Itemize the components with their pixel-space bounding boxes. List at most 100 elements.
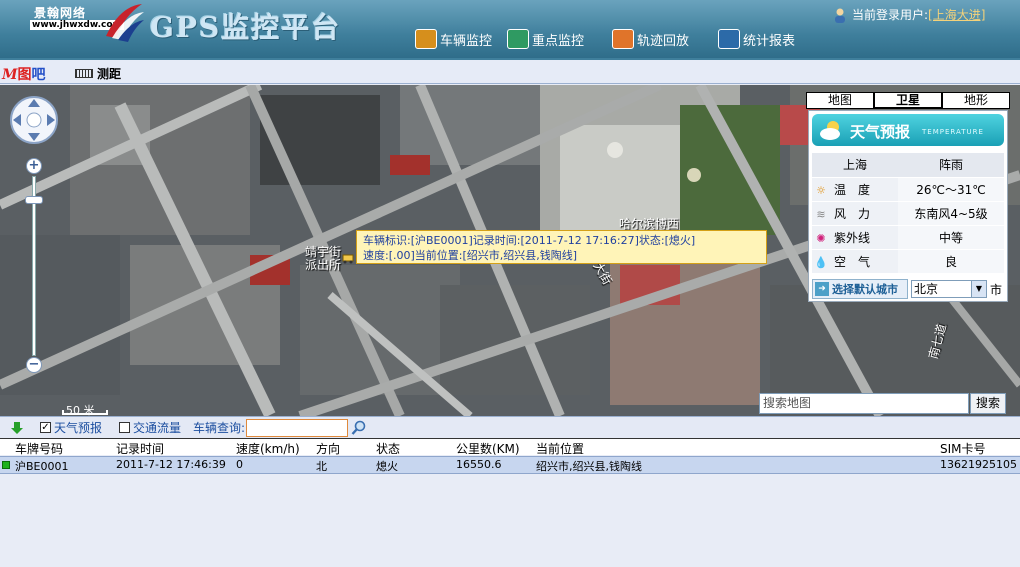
traffic-toggle[interactable]: 交通流量 bbox=[119, 419, 181, 436]
user-name-link[interactable]: [上海大进] bbox=[928, 6, 985, 23]
user-label: 当前登录用户: bbox=[852, 8, 929, 22]
map-search-button[interactable]: 搜索 bbox=[970, 393, 1006, 414]
traffic-checkbox[interactable] bbox=[119, 422, 131, 433]
track-playback-icon bbox=[612, 29, 634, 49]
zoom-slider-thumb[interactable] bbox=[25, 196, 43, 204]
ruler-icon bbox=[75, 69, 93, 78]
nav-label: 重点监控 bbox=[532, 33, 585, 49]
weather-checkbox[interactable]: ✓ bbox=[40, 422, 51, 433]
weather-panel: 天气预报 TEMPERATURE 上海 阵雨 ☼ 温 度 26℃～31℃ ≋ 风 力… bbox=[808, 110, 1008, 302]
cell-sim: 13621925105 bbox=[940, 458, 1017, 471]
weather-label: 温 度 bbox=[834, 182, 871, 197]
measure-label: 测距 bbox=[97, 67, 122, 81]
col-location[interactable]: 当前位置 bbox=[536, 440, 584, 457]
traffic-checkbox-label: 交通流量 bbox=[133, 421, 182, 435]
map-poi-label: 靖宇街 派出所 bbox=[305, 245, 342, 272]
cell-time: 2011-7-12 17:46:39 bbox=[116, 458, 226, 471]
nav-report[interactable]: 统计报表 bbox=[718, 28, 795, 50]
company-logo: 景翰网络 www.jhwxdw.com bbox=[30, 4, 144, 42]
select-default-city-button[interactable]: ➜ 选择默认城市 bbox=[812, 279, 908, 299]
app-title: GPS监控平台 bbox=[150, 11, 342, 44]
weather-value: 良 bbox=[898, 249, 1004, 274]
weather-city: 上海 bbox=[812, 153, 898, 178]
cell-speed: 0 bbox=[236, 458, 243, 471]
collapse-arrow-icon[interactable] bbox=[10, 421, 24, 435]
vehicle-query-input[interactable] bbox=[246, 418, 349, 437]
weather-label: 风 力 bbox=[834, 206, 871, 221]
col-km[interactable]: 公里数(KM) bbox=[456, 440, 520, 457]
map-type-satellite[interactable]: 卫星 bbox=[874, 92, 942, 109]
cell-location: 绍兴市,绍兴县,钱陶线 bbox=[536, 460, 642, 473]
weather-value: 26℃～31℃ bbox=[898, 177, 1004, 202]
nav-label: 轨迹回放 bbox=[637, 33, 690, 49]
zoom-control: + − bbox=[24, 158, 44, 378]
logo-name: 景翰网络 bbox=[34, 6, 87, 20]
weather-condition: 阵雨 bbox=[898, 153, 1004, 178]
selected-city: 北京 bbox=[914, 282, 939, 296]
satellite-map[interactable]: + − 50 米 靖宇街 派出所 哈尔滨博西 大街 南七道 车辆标识:[沪BE0… bbox=[0, 85, 1020, 416]
weather-toggle[interactable]: ✓ 天气预报 bbox=[40, 419, 102, 436]
weather-banner: 天气预报 TEMPERATURE bbox=[812, 114, 1004, 146]
map-type-terrain[interactable]: 地形 bbox=[942, 92, 1010, 109]
brand-ba: 吧 bbox=[31, 67, 46, 83]
air-icon: 💧 bbox=[814, 255, 828, 269]
search-icon[interactable] bbox=[351, 420, 367, 436]
city-suffix: 市 bbox=[990, 282, 1003, 297]
map-pan-control[interactable] bbox=[9, 95, 59, 145]
weather-value: 东南风4~5级 bbox=[898, 201, 1004, 226]
vehicle-monitor-icon bbox=[415, 29, 437, 49]
col-time[interactable]: 记录时间 bbox=[116, 440, 164, 457]
report-icon bbox=[718, 29, 740, 49]
cloud-icon bbox=[820, 121, 840, 140]
tooltip-line-2: 速度:[.00]当前位置:[绍兴市,绍兴县,钱陶线] bbox=[363, 249, 578, 262]
uv-icon: ✺ bbox=[816, 231, 826, 245]
key-monitor-icon bbox=[507, 29, 529, 49]
map-scale-bar bbox=[62, 410, 108, 415]
cell-direction: 北 bbox=[316, 460, 327, 473]
weather-table: 上海 阵雨 ☼ 温 度 26℃～31℃ ≋ 风 力 东南风4~5级 ✺ 紫外线 中等 … bbox=[812, 153, 1004, 274]
cell-plate: 沪BE0001 bbox=[15, 460, 69, 473]
vehicle-marker-icon[interactable] bbox=[342, 252, 354, 264]
table-row[interactable]: 沪BE0001 2011-7-12 17:46:39 0 北 熄火 16550.… bbox=[0, 456, 1020, 474]
vehicle-table-header: 车牌号码 记录时间 速度(km/h) 方向 状态 公里数(KM) 当前位置 SI… bbox=[0, 438, 1020, 457]
map-search-input[interactable]: 搜索地图 bbox=[759, 393, 969, 414]
vehicle-info-tooltip: 车辆标识:[沪BE0001]记录时间:[2011-7-12 17:16:27]状… bbox=[356, 230, 767, 264]
nav-vehicle-monitor[interactable]: 车辆监控 bbox=[415, 28, 492, 50]
online-status-icon bbox=[2, 461, 10, 469]
select-city-label: 选择默认城市 bbox=[832, 283, 898, 296]
measure-distance-button[interactable]: 测距 bbox=[75, 65, 121, 82]
col-plate[interactable]: 车牌号码 bbox=[15, 440, 63, 457]
nav-track-playback[interactable]: 轨迹回放 bbox=[612, 28, 689, 50]
chevron-down-icon: ▼ bbox=[971, 281, 986, 297]
map-type-switcher: 地图 卫星 地形 bbox=[806, 92, 1010, 109]
weather-label: 紫外线 bbox=[834, 230, 871, 245]
city-dropdown[interactable]: 北京 ▼ bbox=[911, 280, 987, 298]
app-header: 景翰网络 www.jhwxdw.com GPS监控平台 车辆监控 重点监控 轨迹… bbox=[0, 0, 1020, 58]
vehicle-query-label: 车辆查询: bbox=[193, 421, 246, 435]
map-type-map[interactable]: 地图 bbox=[806, 92, 874, 109]
weather-value: 中等 bbox=[898, 225, 1004, 250]
brand-m: M bbox=[2, 67, 18, 83]
brand-zi: 图 bbox=[17, 67, 32, 83]
nav-label: 车辆监控 bbox=[440, 33, 493, 49]
weather-title: 天气预报 bbox=[850, 123, 911, 141]
cell-status: 熄火 bbox=[376, 460, 398, 473]
col-status[interactable]: 状态 bbox=[376, 440, 400, 457]
zoom-in-button[interactable]: + bbox=[26, 158, 42, 174]
city-select-row: ➜ 选择默认城市 北京 ▼ 市 bbox=[812, 278, 1006, 300]
weather-label: 空 气 bbox=[834, 254, 871, 269]
zoom-out-button[interactable]: − bbox=[26, 357, 42, 373]
query-bar: ✓ 天气预报 交通流量 车辆查询: bbox=[0, 416, 1020, 438]
map-toolbar: M图吧 测距 bbox=[0, 58, 1020, 84]
cell-km: 16550.6 bbox=[456, 458, 502, 471]
logo-swoosh-icon bbox=[106, 4, 144, 42]
table-empty-area bbox=[0, 475, 1020, 567]
col-speed[interactable]: 速度(km/h) bbox=[236, 440, 300, 457]
current-user: 当前登录用户: [上海大进] bbox=[832, 6, 985, 23]
tooltip-line-1: 车辆标识:[沪BE0001]记录时间:[2011-7-12 17:16:27]状… bbox=[363, 234, 696, 247]
col-sim[interactable]: SIM卡号 bbox=[940, 440, 986, 457]
col-direction[interactable]: 方向 bbox=[316, 440, 340, 457]
weather-subtitle: TEMPERATURE bbox=[922, 128, 984, 136]
user-icon bbox=[835, 8, 845, 23]
nav-key-monitor[interactable]: 重点监控 bbox=[507, 28, 584, 50]
